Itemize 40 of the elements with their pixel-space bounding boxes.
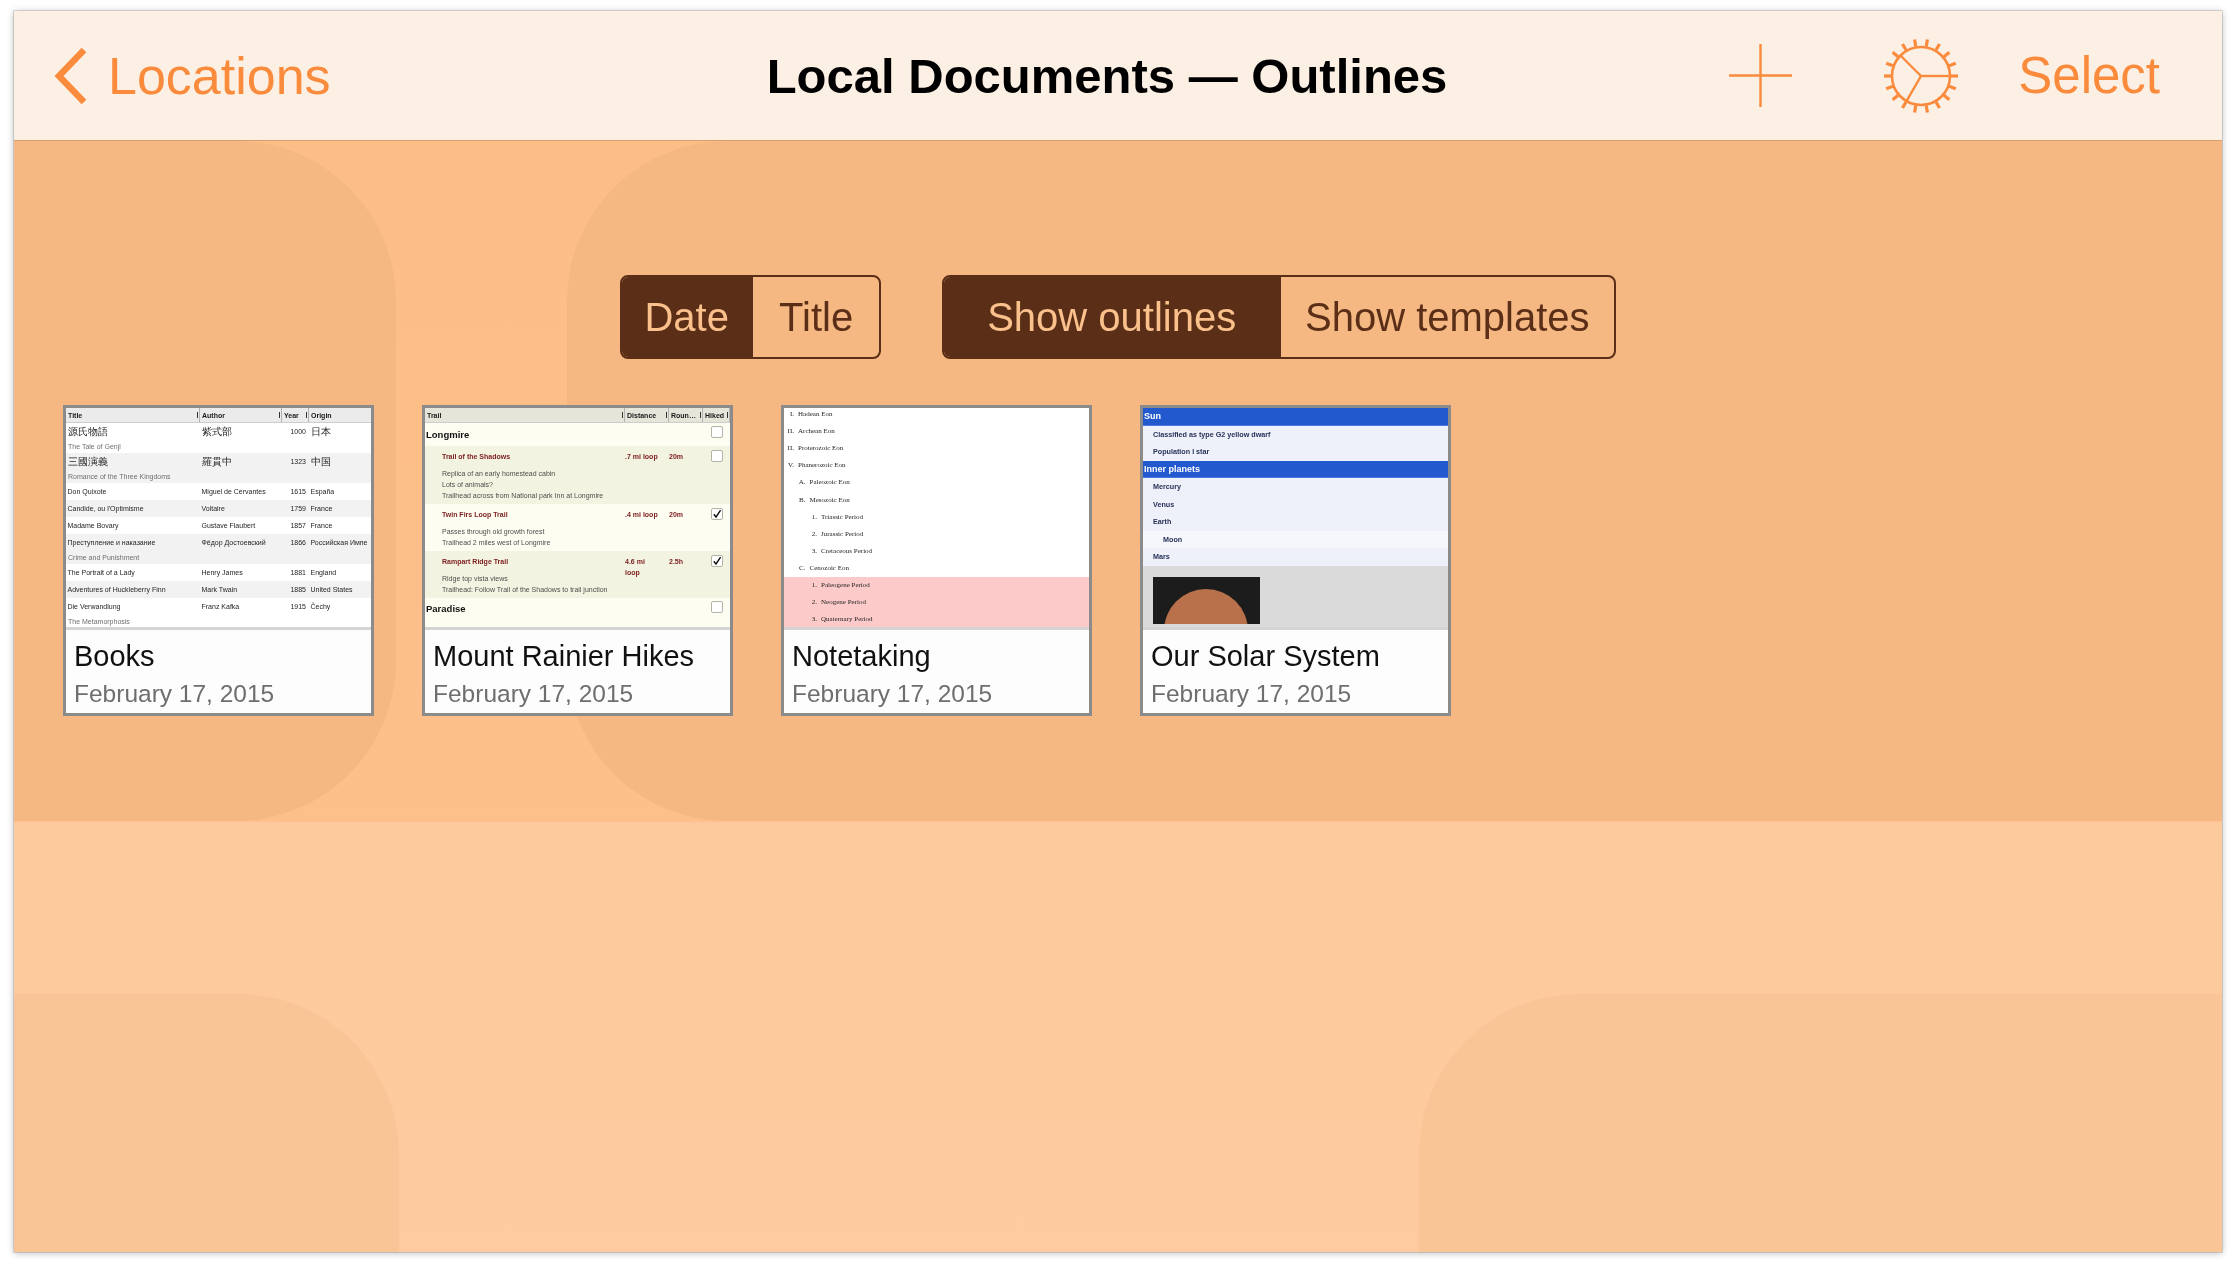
- column-handle-icon: [305, 412, 307, 418]
- segment-button[interactable]: Show templates: [1279, 277, 1614, 357]
- document-title: Notetaking: [792, 639, 931, 673]
- segment-button[interactable]: Date: [622, 277, 751, 357]
- group-title: Paradise: [426, 603, 466, 615]
- table-cell: 日本: [309, 425, 332, 438]
- section-heading: Sun: [1143, 408, 1448, 426]
- column-handle-icon: [665, 412, 667, 418]
- checkbox[interactable]: [710, 600, 723, 613]
- column-handle-icon: [699, 412, 701, 418]
- document-title: Books: [74, 639, 155, 673]
- document-card[interactable]: [63, 405, 374, 716]
- table-cell: 中国: [309, 455, 332, 468]
- document-title: Mount Rainier Hikes: [433, 639, 695, 673]
- checkbox[interactable]: [710, 507, 723, 520]
- segment-button[interactable]: Title: [750, 277, 880, 357]
- table-cell: 三國演義: [66, 455, 109, 468]
- column-handle-icon: [726, 412, 728, 418]
- add-button[interactable]: [1729, 44, 1793, 107]
- segment-button[interactable]: Show outlines: [944, 277, 1279, 357]
- table-cell: 紫式部: [200, 425, 233, 438]
- checkbox[interactable]: [710, 449, 723, 462]
- document-date: February 17, 2015: [792, 679, 993, 709]
- column-handle-icon: [278, 412, 280, 418]
- page-title: Local Documents — Outlines: [766, 47, 1448, 105]
- group-title: Longmire: [426, 428, 470, 441]
- document-title: Our Solar System: [1151, 639, 1380, 673]
- column-handle-icon: [196, 412, 198, 418]
- checkbox[interactable]: [710, 426, 723, 438]
- chevron-left-icon: [54, 46, 88, 105]
- document-date: February 17, 2015: [1151, 679, 1352, 709]
- table-cell: 羅貫中: [200, 455, 233, 468]
- document-card[interactable]: [781, 405, 1092, 716]
- document-date: February 17, 2015: [74, 679, 275, 709]
- column-handle-icon: [621, 412, 623, 418]
- checkbox[interactable]: [710, 554, 723, 567]
- document-date: February 17, 2015: [433, 679, 634, 709]
- table-cell: 源氏物語: [66, 425, 109, 438]
- plus-icon: [1729, 44, 1793, 107]
- document-card[interactable]: [422, 405, 733, 716]
